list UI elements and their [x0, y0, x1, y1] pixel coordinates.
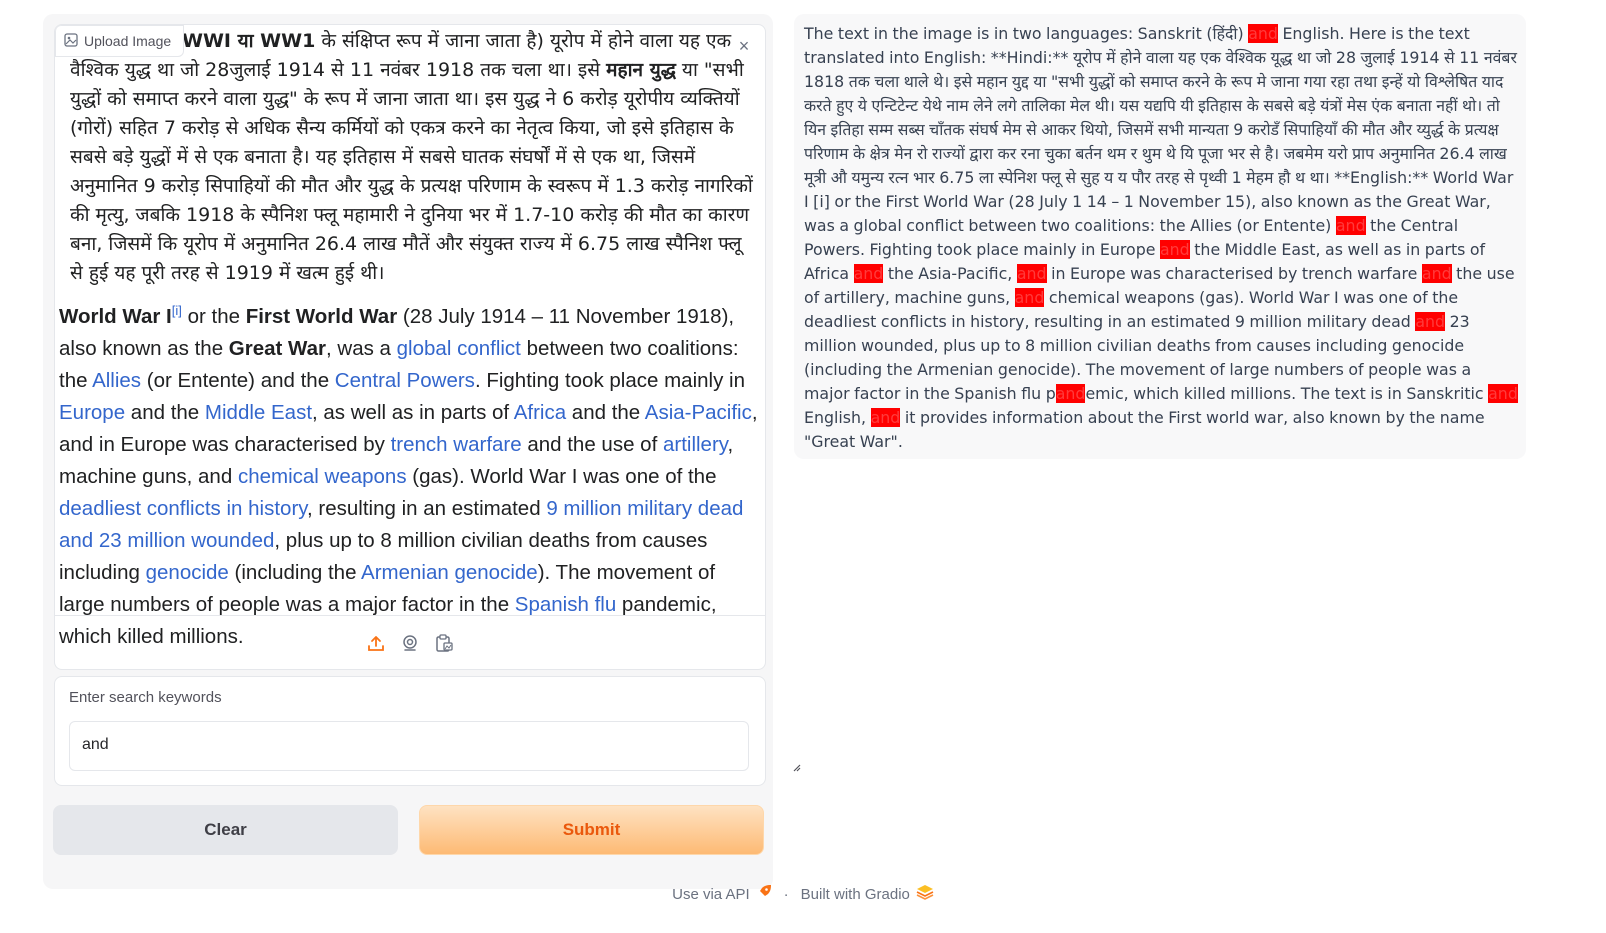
image-english-link: trench warfare — [390, 432, 522, 456]
built-with-gradio-link[interactable]: Built with Gradio — [801, 886, 910, 903]
upload-image-label: Upload Image — [55, 25, 185, 57]
image-english-run: , was a — [326, 336, 397, 360]
image-english-run: , as well as in parts of — [312, 400, 514, 424]
use-via-api-link[interactable]: Use via API — [672, 886, 750, 903]
footer-separator: · — [783, 885, 789, 903]
image-english-run: and the — [566, 400, 645, 424]
webcam-icon[interactable] — [400, 633, 420, 653]
highlighted-output-text: The text in the image is in two language… — [804, 22, 1518, 454]
image-english-link: Central Powers — [334, 368, 475, 392]
image-english-run: (gas). World War I was one of the — [406, 464, 717, 488]
output-text-run: English. Here is the text translated int… — [804, 24, 1517, 235]
image-english-link: genocide — [145, 560, 229, 584]
image-english-bold: Great War — [228, 336, 327, 360]
upload-image-text: Upload Image — [84, 33, 172, 49]
keyword-highlight: and — [1335, 216, 1366, 235]
gradio-logo-icon — [916, 884, 934, 904]
image-hindi-text: WWI या WW1 के संक्षिप्त रूप में जाना जात… — [70, 27, 760, 288]
output-text-run: The text in the image is in two language… — [804, 24, 1249, 43]
submit-button[interactable]: Submit — [419, 805, 764, 855]
keyword-highlight: and — [853, 264, 884, 283]
close-icon[interactable]: × — [733, 35, 755, 57]
image-english-link: global conflict — [396, 336, 521, 360]
image-english-link: deadliest conflicts in history — [59, 496, 308, 520]
image-english-link: Middle East — [204, 400, 313, 424]
image-english-link: chemical weapons — [237, 464, 407, 488]
keyword-highlight: and — [870, 408, 901, 427]
image-english-link: Europe — [59, 400, 126, 424]
output-text-run: it provides information about the First … — [804, 408, 1485, 451]
keyword-highlight: and — [1016, 264, 1047, 283]
image-english-link: Africa — [513, 400, 567, 424]
image-source-toolbar — [55, 615, 765, 669]
image-english-run: and the — [125, 400, 205, 424]
keyword-highlight: and — [1415, 312, 1446, 331]
keyword-highlight: and — [1248, 24, 1278, 43]
image-english-link: Allies — [92, 368, 142, 392]
image-english-bold: First World War — [245, 304, 398, 328]
image-english-run: , resulting in an estimated — [307, 496, 547, 520]
image-english-link: Asia-Pacific — [644, 400, 752, 424]
footer: Use via API · Built with Gradio — [0, 884, 1606, 904]
image-input[interactable]: Upload Image × WWI या WW1 के संक्षिप्त र… — [54, 24, 766, 670]
image-english-link: Spanish flu — [514, 592, 617, 616]
output-text-run: in Europe was characterised by trench wa… — [1046, 264, 1422, 283]
rocket-icon — [756, 884, 772, 904]
image-english-run: (including the — [228, 560, 362, 584]
image-english-run: and the use of — [521, 432, 663, 456]
image-icon — [64, 32, 78, 50]
image-english-run: . Fighting took place mainly in — [474, 368, 745, 392]
image-english-link: artillery — [662, 432, 728, 456]
image-english-footnote: [i] — [171, 303, 182, 318]
keyword-highlight: and — [1055, 384, 1086, 403]
image-english-bold: World War I — [59, 304, 172, 328]
image-english-run: or the — [181, 304, 246, 328]
search-keywords-label: Enter search keywords — [69, 689, 222, 706]
clear-button[interactable]: Clear — [53, 805, 398, 855]
uploaded-image: WWI या WW1 के संक्षिप्त रूप में जाना जात… — [55, 25, 765, 648]
clipboard-icon[interactable] — [434, 633, 454, 653]
keyword-highlight: and — [1014, 288, 1045, 307]
keyword-highlight: and — [1488, 384, 1518, 403]
output-text-run: the Asia-Pacific, — [883, 264, 1017, 283]
upload-icon[interactable] — [366, 633, 386, 653]
output-panel: The text in the image is in two language… — [794, 14, 1526, 459]
search-keywords-input[interactable]: and — [69, 721, 749, 771]
image-hindi-run-2: या "सभी युद्धों को समाप्त करने वाला युद्… — [70, 59, 753, 284]
output-text-run: English, — [804, 408, 871, 427]
image-english-link: Armenian genocide — [361, 560, 538, 584]
search-keywords-block: Enter search keywords and — [54, 676, 801, 786]
resize-handle-icon[interactable] — [791, 759, 801, 772]
image-hindi-bold-2: महान युद्ध — [606, 59, 676, 81]
keyword-highlight: and — [1421, 264, 1452, 283]
image-english-text: World War I[i] or the First World War (2… — [59, 295, 759, 653]
keyword-highlight: and — [1159, 240, 1190, 259]
output-text-run: emic, which killed millions. The text is… — [1085, 384, 1489, 403]
image-hindi-bold-1: WWI या WW1 — [182, 30, 316, 52]
image-english-run: (or Entente) and the — [141, 368, 335, 392]
